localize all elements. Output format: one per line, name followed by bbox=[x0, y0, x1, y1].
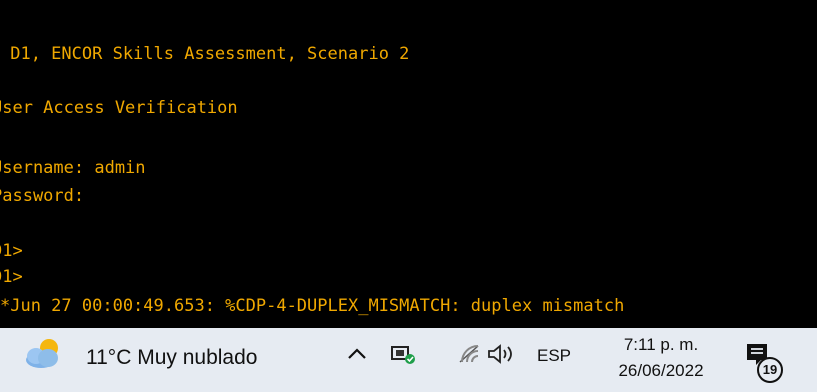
weather-partly-cloudy-icon[interactable] bbox=[22, 336, 66, 372]
terminal-banner: D1, ENCOR Skills Assessment, Scenario 2 bbox=[0, 44, 410, 64]
chevron-up-icon[interactable] bbox=[345, 342, 369, 366]
notification-count-badge: 19 bbox=[757, 357, 783, 383]
clock-time: 7:11 p. m. bbox=[623, 335, 699, 354]
weather-widget-text[interactable]: 11°C Muy nublado bbox=[86, 346, 257, 370]
terminal-username-line: Username: admin bbox=[0, 158, 146, 178]
clock-date: 26/06/2022 bbox=[618, 361, 704, 380]
terminal-prompt: D1> bbox=[0, 267, 23, 287]
taskbar: 11°C Muy nublado ESP 7:11 p. m. 26/06/20… bbox=[0, 328, 817, 392]
language-indicator[interactable]: ESP bbox=[537, 346, 571, 366]
network-monitor-icon[interactable] bbox=[390, 342, 416, 366]
screen: D1, ENCOR Skills Assessment, Scenario 2 … bbox=[0, 0, 817, 392]
speaker-icon[interactable] bbox=[485, 342, 519, 366]
terminal-prompt: D1> bbox=[0, 241, 23, 261]
terminal-user-access-line: User Access Verification bbox=[0, 98, 238, 118]
terminal-window[interactable]: D1, ENCOR Skills Assessment, Scenario 2 … bbox=[0, 0, 817, 330]
wifi-icon[interactable] bbox=[458, 342, 480, 366]
terminal-log-line: *Jun 27 00:00:49.653: %CDP-4-DUPLEX_MISM… bbox=[0, 296, 625, 316]
taskbar-clock[interactable]: 7:11 p. m. 26/06/2022 bbox=[605, 332, 717, 384]
notifications-button[interactable]: 19 bbox=[744, 342, 784, 383]
terminal-password-line: Password: bbox=[0, 186, 85, 206]
